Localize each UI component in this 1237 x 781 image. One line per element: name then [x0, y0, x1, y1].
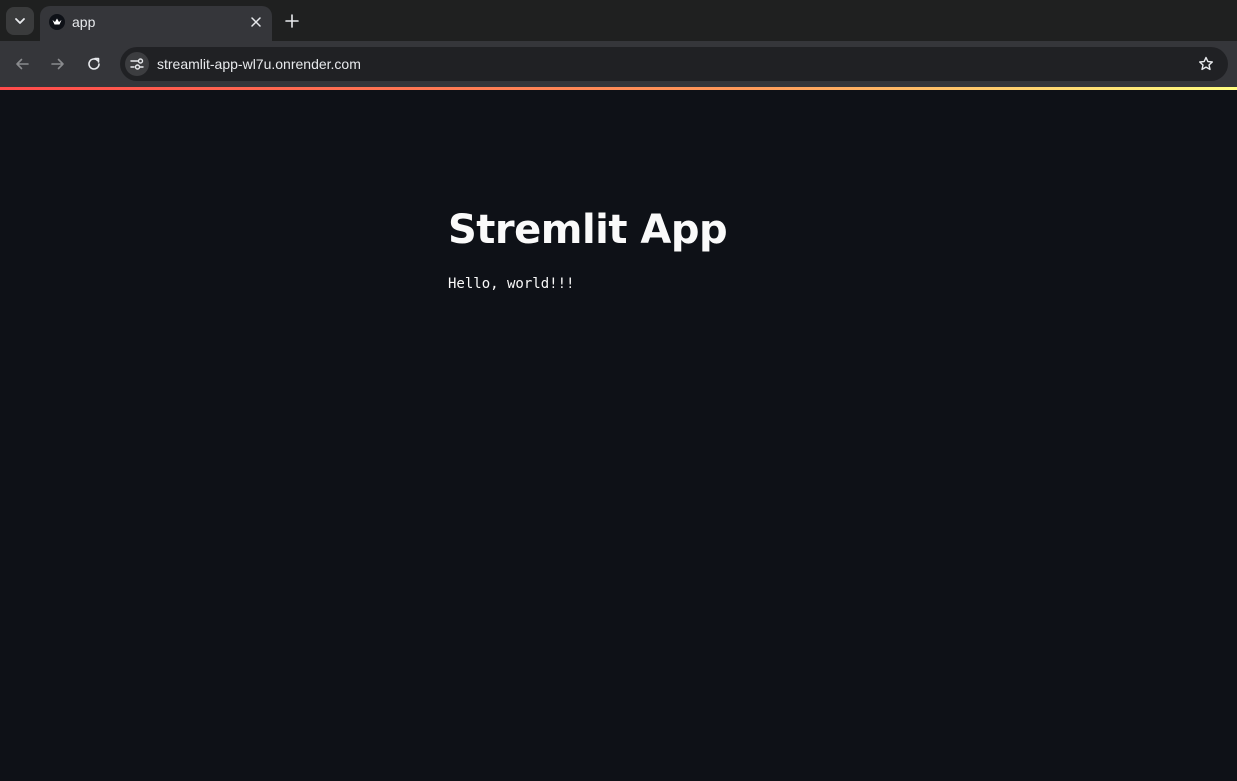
browser-toolbar: streamlit-app-wl7u.onrender.com — [0, 41, 1237, 87]
tab-title: app — [72, 14, 96, 30]
main-block: Stremlit App Hello, world!!! — [448, 202, 1148, 293]
url-text[interactable]: streamlit-app-wl7u.onrender.com — [157, 55, 361, 73]
chevron-down-icon — [15, 18, 25, 24]
browser-window: app streamlit-app-wl7u.onrender.com Stre… — [0, 0, 1237, 781]
arrow-right-icon — [51, 58, 64, 70]
bookmark-button[interactable] — [1196, 54, 1216, 74]
reload-icon — [88, 57, 100, 70]
new-tab-button[interactable] — [280, 9, 304, 33]
site-info-button[interactable] — [125, 52, 149, 76]
star-icon — [1199, 56, 1213, 71]
close-icon[interactable] — [246, 12, 266, 32]
address-bar[interactable]: streamlit-app-wl7u.onrender.com — [120, 47, 1228, 81]
tab-search-button[interactable] — [6, 7, 34, 35]
reload-button[interactable] — [82, 52, 106, 76]
plus-icon — [285, 14, 299, 28]
back-button[interactable] — [10, 52, 34, 76]
tune-icon — [130, 58, 144, 70]
hello-text: Hello, world!!! — [448, 276, 575, 292]
app-content: Stremlit App Hello, world!!! — [0, 90, 1237, 781]
tab-strip: app — [0, 0, 1237, 41]
forward-button[interactable] — [46, 52, 70, 76]
page-title: Stremlit App — [448, 207, 728, 253]
tab-app[interactable]: app — [40, 6, 272, 41]
streamlit-crown-icon — [49, 14, 65, 30]
arrow-left-icon — [16, 58, 29, 70]
